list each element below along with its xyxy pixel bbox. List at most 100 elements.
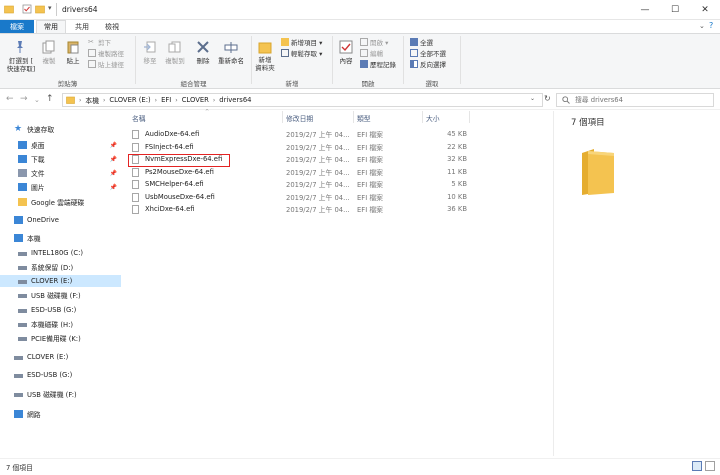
column-header-date[interactable]: 修改日期 <box>286 113 313 123</box>
nav-item[interactable]: 網路 <box>0 408 121 420</box>
select-none-icon <box>410 48 418 57</box>
new-item-button[interactable]: 新增項目 ▾ <box>281 37 322 47</box>
nav-item[interactable]: ESD-USB (G:) <box>0 304 121 316</box>
recent-dropdown-icon[interactable]: ⌄ <box>34 96 40 104</box>
pin-quick-access-button[interactable]: 釘選到 [ 快速存取] <box>2 57 40 73</box>
forward-arrow-icon[interactable]: → <box>20 94 28 104</box>
delete-button[interactable]: 刪除 <box>190 57 216 65</box>
file-name: UsbMouseDxe-64.efi <box>145 192 215 201</box>
nav-item[interactable]: 下載 📌 <box>0 153 121 165</box>
column-divider[interactable] <box>422 111 423 123</box>
preview-divider[interactable] <box>553 111 554 456</box>
pin-icon <box>17 41 23 53</box>
nav-item[interactable]: OneDrive <box>0 214 121 226</box>
nav-item[interactable]: 文件 📌 <box>0 167 121 179</box>
invert-selection-button[interactable]: 反向選擇 <box>410 59 446 69</box>
move-to-button[interactable]: 移至 <box>140 57 160 65</box>
nav-item-label: USB 磁碟機 (F:) <box>31 292 81 300</box>
breadcrumb-efi[interactable]: EFI <box>161 96 171 104</box>
column-header-type[interactable]: 類型 <box>357 113 371 123</box>
pin-icon[interactable]: 📌 <box>110 170 117 177</box>
clipboard-small-buttons: ✂ 剪下 複製路徑 貼上捷徑 <box>88 37 124 69</box>
properties-icon[interactable] <box>22 4 32 14</box>
ribbon-expand-icon[interactable]: ⌄ <box>699 22 705 30</box>
breadcrumb-drivers64[interactable]: drivers64 <box>219 96 251 104</box>
folder-preview-icon <box>582 149 614 195</box>
tab-home[interactable]: 常用 <box>36 20 66 33</box>
file-type: EFI 檔案 <box>357 156 383 164</box>
file-row[interactable]: Ps2MouseDxe-64.efi 2019/2/7 上午 04... EFI 檔… <box>129 166 469 178</box>
open-button[interactable]: 開啟 ▾ <box>360 37 396 47</box>
pin-icon[interactable]: 📌 <box>110 184 117 191</box>
paste-shortcut-button[interactable]: 貼上捷徑 <box>88 59 124 69</box>
column-header-size[interactable]: 大小 <box>426 113 440 123</box>
file-date: 2019/2/7 上午 04... <box>286 168 350 177</box>
help-icon[interactable]: ? <box>709 21 713 30</box>
qat-dropdown-icon[interactable]: ▾ <box>48 4 52 12</box>
nav-item[interactable]: USB 磁碟機 (F:) <box>0 289 121 301</box>
column-divider[interactable] <box>469 111 470 123</box>
file-row[interactable]: FSInject-64.efi 2019/2/7 上午 04... EFI 檔案 22… <box>129 141 469 153</box>
nav-item[interactable]: CLOVER (E:) <box>0 351 121 363</box>
nav-item[interactable]: 圖片 📌 <box>0 181 121 193</box>
maximize-button[interactable]: ☐ <box>660 0 690 20</box>
folder-icon <box>4 5 14 14</box>
nav-item[interactable]: CLOVER (E:) <box>0 275 121 287</box>
nav-item-label: 文件 <box>31 170 45 178</box>
file-row[interactable]: XhciDxe-64.efi 2019/2/7 上午 04... EFI 檔案 36 … <box>129 203 469 215</box>
copy-path-button[interactable]: 複製路徑 <box>88 48 124 58</box>
nav-item[interactable]: ESD-USB (G:) <box>0 369 121 381</box>
select-all-button[interactable]: 全選 <box>410 37 446 47</box>
tab-file[interactable]: 檔案 <box>0 20 34 33</box>
refresh-icon[interactable]: ↻ <box>544 94 551 103</box>
close-button[interactable]: ✕ <box>690 0 720 20</box>
column-divider[interactable] <box>282 111 283 123</box>
column-divider[interactable] <box>353 111 354 123</box>
cut-button[interactable]: ✂ 剪下 <box>88 37 124 47</box>
new-folder-button[interactable]: 新增 資料夾 <box>253 56 277 72</box>
file-row[interactable]: UsbMouseDxe-64.efi 2019/2/7 上午 04... EFI 檔… <box>129 191 469 203</box>
nav-item[interactable]: 桌面 📌 <box>0 139 121 151</box>
breadcrumb-clover-drive[interactable]: CLOVER (E:) <box>109 96 150 104</box>
file-row[interactable]: AudioDxe-64.efi 2019/2/7 上午 04... EFI 檔案 45… <box>129 128 469 140</box>
nav-item[interactable]: 本機 <box>0 232 121 244</box>
breadcrumb-separator: › <box>79 96 82 104</box>
download-icon <box>18 155 27 163</box>
edit-button[interactable]: 編輯 <box>360 48 396 58</box>
file-row[interactable]: SMCHelper-64.efi 2019/2/7 上午 04... EFI 檔案 5… <box>129 178 469 190</box>
column-header-name[interactable]: 名稱 <box>132 113 146 123</box>
breadcrumb-clover[interactable]: CLOVER <box>182 96 209 104</box>
nav-item[interactable]: ★ 快速存取 <box>0 123 121 135</box>
details-view-icon[interactable] <box>692 461 702 471</box>
search-input[interactable] <box>556 93 714 107</box>
breadcrumb-this-pc[interactable]: 本機 <box>85 95 99 105</box>
up-arrow-icon[interactable]: ↑ <box>46 94 54 104</box>
rename-button[interactable]: 重新命名 <box>215 57 247 65</box>
minimize-button[interactable]: — <box>630 0 660 20</box>
large-icons-view-icon[interactable] <box>705 461 715 471</box>
tab-view[interactable]: 檢視 <box>98 20 126 33</box>
history-button[interactable]: 歷程記錄 <box>360 59 396 69</box>
new-folder-icon[interactable] <box>35 4 45 14</box>
nav-item[interactable]: INTEL180G (C:) <box>0 247 121 259</box>
status-bar <box>0 458 720 475</box>
nav-item[interactable]: 本機磁碟 (H:) <box>0 318 121 330</box>
address-dropdown-icon[interactable]: ⌄ <box>530 95 535 102</box>
nav-item[interactable]: PCIE備用碟 (K:) <box>0 332 121 344</box>
pin-icon[interactable]: 📌 <box>110 142 117 149</box>
select-none-button[interactable]: 全部不選 <box>410 48 446 58</box>
back-arrow-icon[interactable]: ← <box>6 94 14 104</box>
nav-item[interactable]: 系統保留 (D:) <box>0 261 121 273</box>
address-bar[interactable]: › 本機 › CLOVER (E:) › EFI › CLOVER › driv… <box>62 93 543 107</box>
nav-item[interactable]: Google 雲端硬碟 <box>0 196 121 208</box>
desktop-icon <box>18 141 27 149</box>
easy-access-button[interactable]: 輕鬆存取 ▾ <box>281 48 322 58</box>
copy-to-button[interactable]: 複製到 <box>164 57 186 65</box>
paste-button[interactable]: 貼上 <box>62 57 84 65</box>
nav-item-label: 本機磁碟 (H:) <box>31 321 74 329</box>
tab-share[interactable]: 共用 <box>68 20 96 33</box>
copy-button[interactable]: 複製 <box>38 57 60 65</box>
nav-item[interactable]: USB 磁碟機 (F:) <box>0 388 121 400</box>
pin-icon[interactable]: 📌 <box>110 156 117 163</box>
properties-button[interactable]: 內容 <box>335 57 357 65</box>
